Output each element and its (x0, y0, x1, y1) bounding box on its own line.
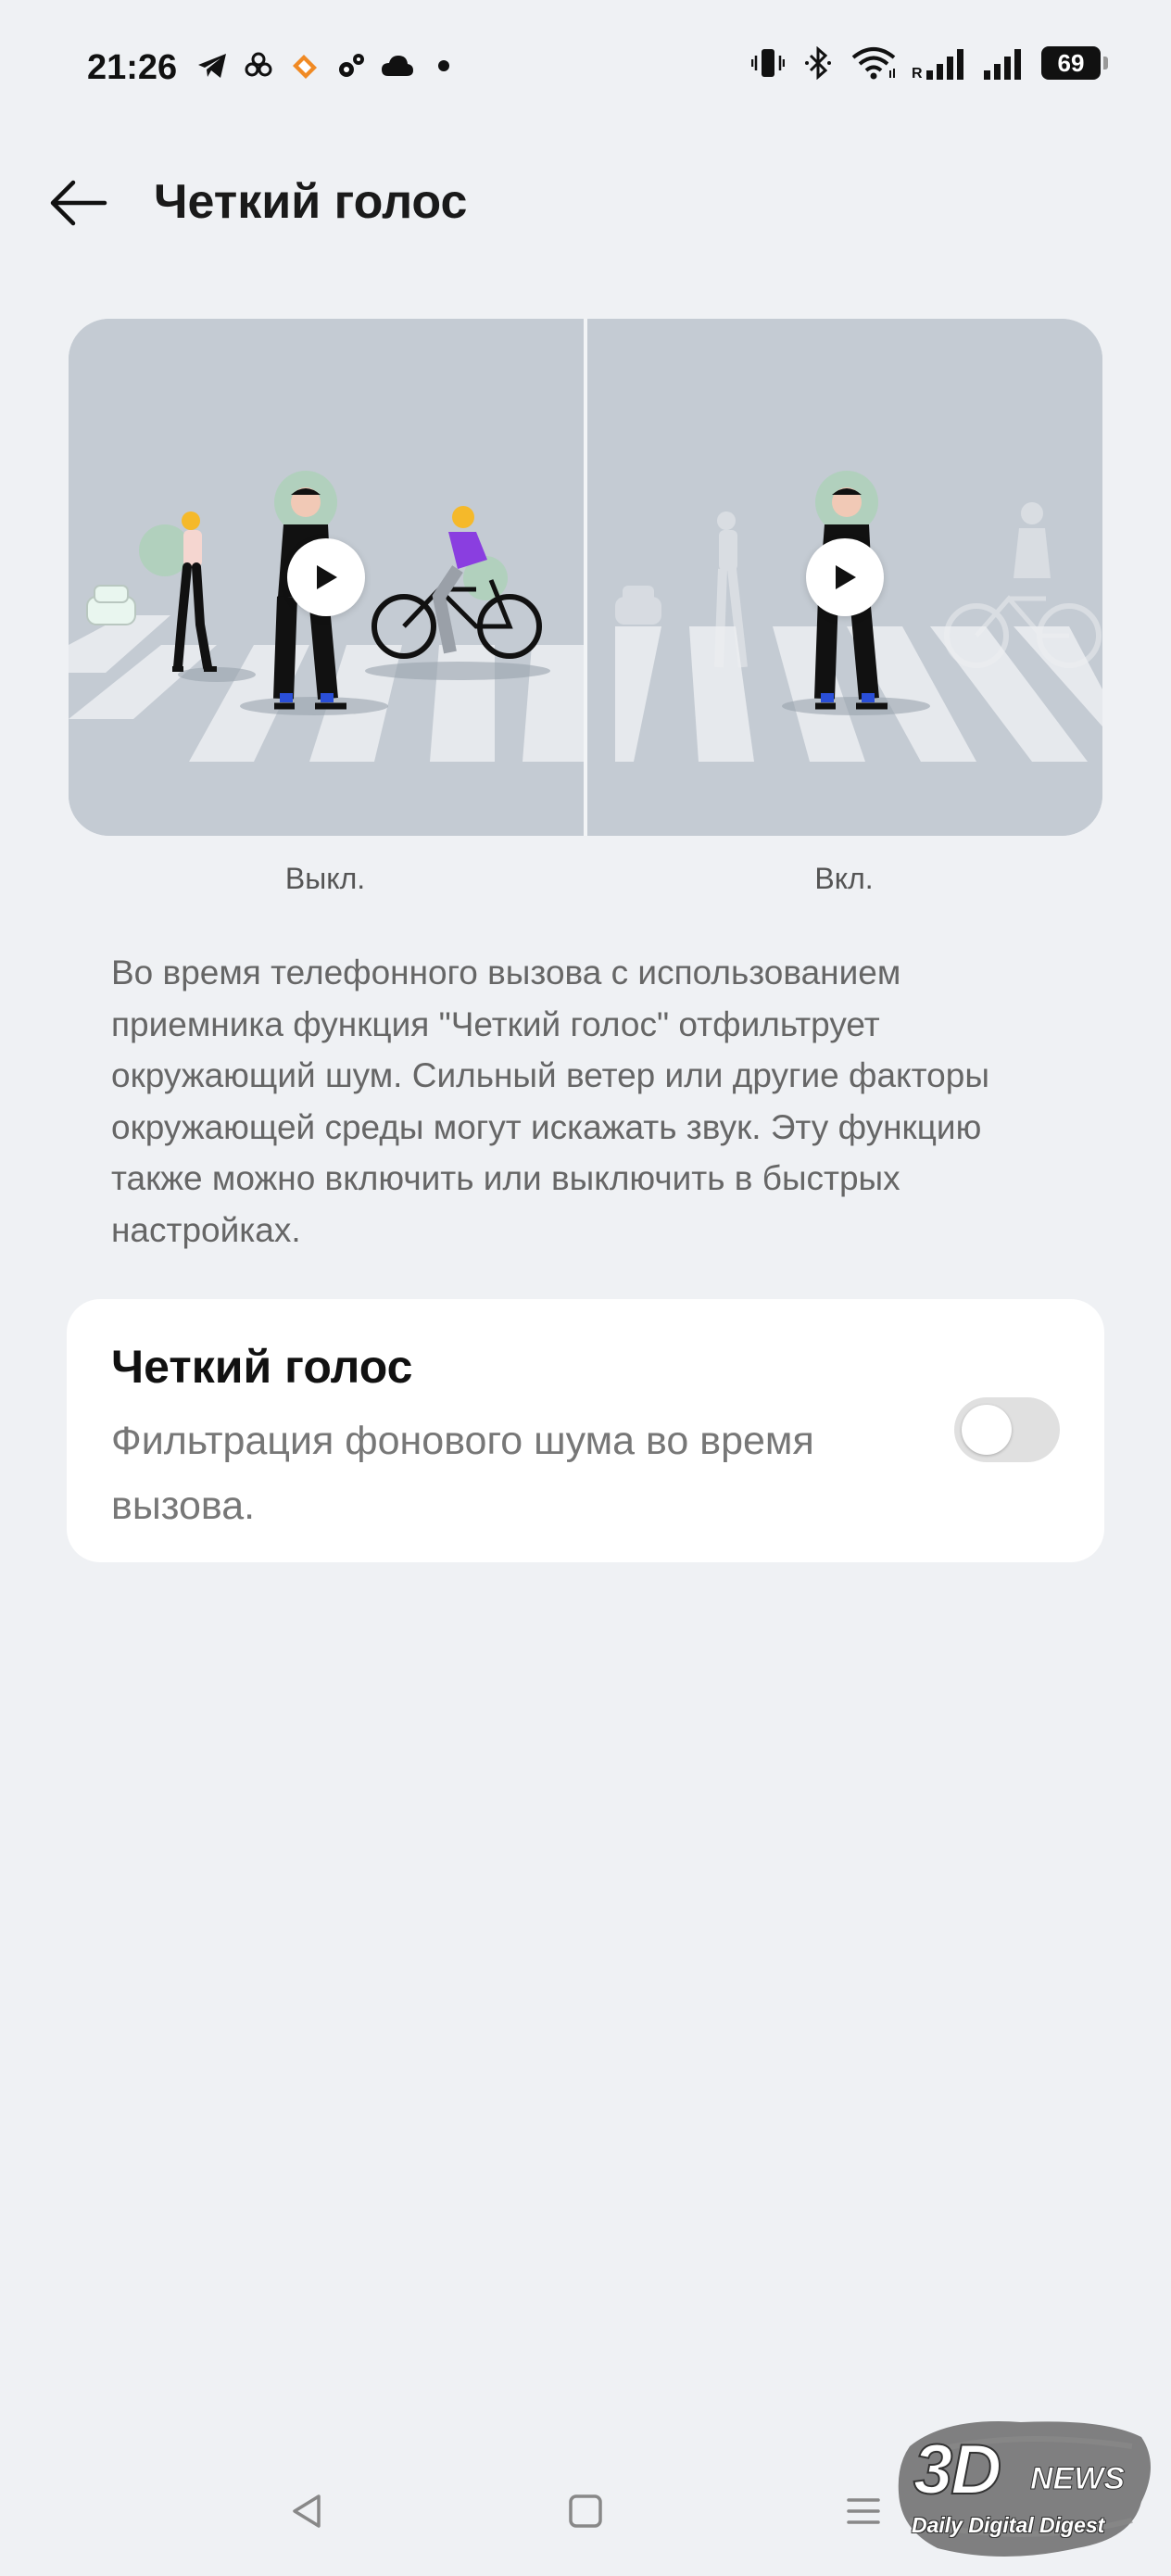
telegram-icon (195, 50, 230, 82)
signal-roaming-icon: R (912, 47, 967, 80)
roaming-label: R (912, 66, 923, 80)
notification-icons (195, 50, 461, 82)
wifi-icon (850, 47, 897, 80)
stamp-icon (287, 50, 322, 82)
nav-home-button[interactable] (539, 2465, 632, 2557)
caption-on: Вкл. (814, 862, 874, 895)
play-on-button[interactable] (806, 538, 884, 616)
watermark-logo: 3D (913, 2430, 1002, 2510)
menu-recents-icon (847, 2498, 880, 2524)
setting-title: Четкий голос (111, 1341, 413, 1393)
system-icons: R 69 (750, 46, 1108, 80)
illustration-comparison (69, 319, 1102, 836)
watermark-news: NEWS (1030, 2461, 1126, 2497)
status-time: 21:26 (87, 48, 178, 87)
caption-off: Выкл. (284, 862, 366, 895)
watermark-tagline: Daily Digital Digest (912, 2513, 1105, 2537)
clear-voice-setting-card[interactable]: Четкий голос Фильтрация фонового шума во… (67, 1299, 1104, 1562)
page-title: Четкий голос (154, 175, 468, 229)
back-button[interactable] (41, 170, 115, 235)
triangle-back-icon (293, 2494, 321, 2528)
car-icon (86, 585, 136, 625)
play-icon (317, 565, 337, 589)
bluetooth-icon (800, 46, 836, 80)
cloud-icon (380, 50, 415, 82)
signal-icon (982, 47, 1026, 80)
dot-icon (426, 50, 461, 82)
toggle-knob (962, 1405, 1012, 1455)
pinwheel-icon (241, 50, 276, 82)
nav-back-button[interactable] (261, 2465, 354, 2557)
play-off-button[interactable] (287, 538, 365, 616)
illustration-off-panel (69, 319, 584, 836)
status-bar: 21:26 R 69 (0, 0, 1171, 139)
vibrate-icon (750, 47, 786, 79)
play-icon (836, 565, 856, 589)
setting-subtitle: Фильтрация фонового шума во время вызова… (111, 1419, 814, 1528)
gear-cluster-icon (334, 50, 369, 82)
clear-voice-toggle[interactable] (954, 1397, 1060, 1462)
arrow-left-icon (50, 180, 107, 226)
square-home-icon (569, 2494, 602, 2528)
feature-description: Во время телефонного вызова с использова… (111, 953, 989, 1249)
battery-icon: 69 (1041, 46, 1108, 80)
3dnews-watermark: 3D NEWS Daily Digital Digest (891, 2409, 1160, 2567)
illustration-on-panel (587, 319, 1102, 836)
